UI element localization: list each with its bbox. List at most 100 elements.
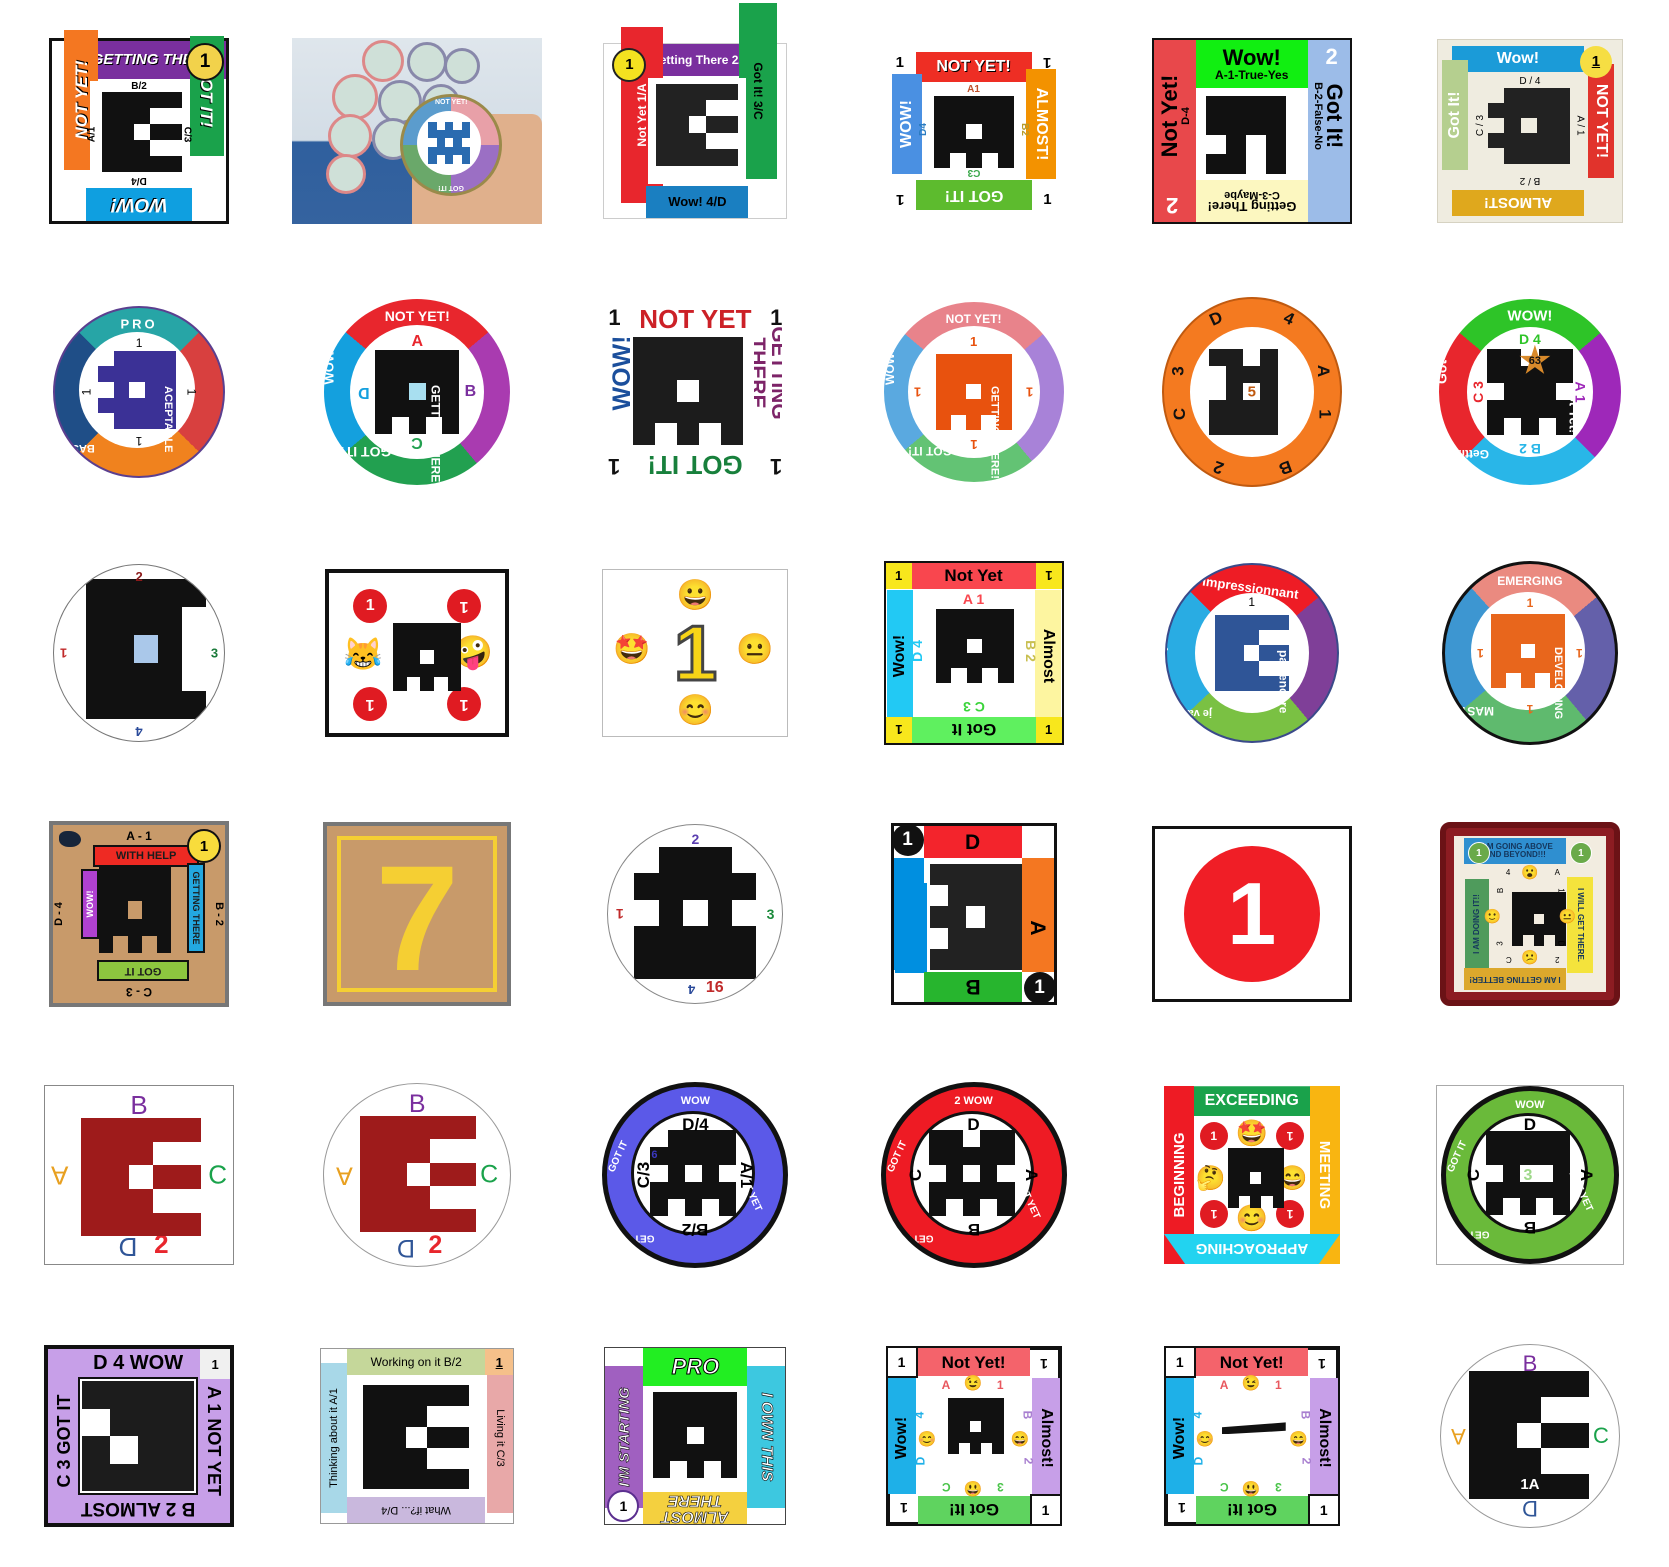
result-cell[interactable]: Getting There 2/B 1 Not Yet 1/A Got It! … (556, 0, 834, 261)
card-r6c1[interactable]: D 4 WOW C 3 GOT IT A 1 NOT YET B 2 ALMOS… (44, 1345, 235, 1528)
result-cell[interactable]: 63 WOW! Not Yet! Getting There! Got It! … (1391, 261, 1669, 522)
card-left-label: Wow! (1165, 1376, 1194, 1501)
card-r1c5[interactable]: Wow! A-1-True-Yes Getting There! C-3-Maybe… (1151, 37, 1352, 224)
plickers-marker (86, 578, 207, 719)
result-cell[interactable]: NOT YET! GOT IT! (278, 0, 556, 261)
card-r1c3[interactable]: Getting There 2/B 1 Not Yet 1/A Got It! … (603, 2, 788, 219)
arc-bottom: GOT IT! (340, 443, 392, 460)
card-r3c4[interactable]: Not Yet Wow! Almost Got It 1 1 1 1 A 1 D… (883, 560, 1064, 745)
card-r2c3[interactable]: NOT YET GETTING THERE GOT IT! WOW! 1 1 1… (600, 302, 791, 481)
card-r6c2[interactable]: Working on it B/2 Thinking about it A/1 … (320, 1348, 515, 1525)
card-r2c5[interactable]: 5 D 4 A 1 B 2 C 3 (1161, 296, 1342, 487)
card-r3c6[interactable]: EMERGING DEVELOPING MASTERING SECURING 1… (1441, 560, 1618, 745)
card-r4c2[interactable]: 7 (323, 822, 512, 1007)
card-r1c6[interactable]: Wow! 1 Got It! NOT YET! ALMOST! D / 4 C … (1436, 38, 1623, 223)
inner-left: D4 (917, 122, 929, 136)
card-r5c5[interactable]: EXCEEDING BEGINNING MEETING APPROACHING … (1163, 1086, 1340, 1265)
card-top-label: Not Yet (911, 562, 1036, 589)
corner-number-tr: 1 (1043, 53, 1052, 71)
card-bottom-label: ALMOST! (1451, 189, 1584, 216)
result-cell[interactable]: NOT YET! GETTING THERE! GOT IT! WOW! A B… (278, 261, 556, 522)
result-cell[interactable]: Not Yet! Wow! Almost! Got It! 1 1 1 1 A … (1113, 1306, 1391, 1567)
result-cell[interactable]: NOT YET! GETTING THERE! GOT IT! WOW! 1 1… (834, 261, 1112, 522)
card-r3c2[interactable]: 1 1 1 1 😹 🤪 (325, 568, 510, 737)
card-r4c1[interactable]: A - 1 D - 4 B - 2 C - 3 1 WITH HELP WOW!… (49, 821, 230, 1008)
card-r1c1[interactable]: GETTING THERE! 1 NOT YET! GOT IT! WOW! B… (49, 29, 230, 224)
result-cell[interactable]: Wow! 1 Got It! NOT YET! ALMOST! D / 4 C … (1391, 0, 1669, 261)
inner-left: C 3 (1469, 380, 1486, 403)
result-cell[interactable]: 5 D 4 A 1 B 2 C 3 (1113, 261, 1391, 522)
card-r5c4[interactable]: 2 WOW 2 NOT YET GETTING THERE GOT IT D A… (880, 1082, 1067, 1269)
result-cell[interactable]: NOT YET! WOW! ALMOST! GOT IT! 1 1 1 1 A1… (834, 0, 1112, 261)
card-r6c5[interactable]: Not Yet! Wow! Almost! Got It! 1 1 1 1 A … (1163, 1346, 1340, 1527)
result-cell[interactable]: PRO ACEPTABLE BASTANTE BIEN CONSEGUIDO 1… (0, 261, 278, 522)
result-cell[interactable]: EMERGING DEVELOPING MASTERING SECURING 1… (1391, 522, 1669, 783)
card-r4c5[interactable]: 1 (1151, 826, 1352, 1003)
inner-top-number: 1 (1275, 1378, 1282, 1393)
card-r5c3[interactable]: WOW NOT YET GETTING THERE GOT IT D/4 A/1… (602, 1082, 789, 1269)
card-r3c3[interactable]: 😀 🤩 😐 😊 1 (602, 568, 789, 737)
result-cell[interactable]: PRO I'M STARTING I OWN THIS ALMOST THERE… (556, 1306, 834, 1567)
card-badge: 1 (607, 1490, 640, 1523)
card-r4c3[interactable]: 2 3 4 1 16 (607, 824, 784, 1005)
result-cell[interactable]: 3 WOW NOT YET GETTING THERE GOT IT D A B… (1391, 1045, 1669, 1306)
card-r3c5[interactable]: 1 Impressionnant pas encore je vais y ar… (1164, 562, 1339, 743)
plickers-marker (656, 83, 739, 166)
inner-left: C/3 (634, 1162, 654, 1189)
result-cell[interactable]: 1 Impressionnant pas encore je vais y ar… (1113, 522, 1391, 783)
card-r6c3[interactable]: PRO I'M STARTING I OWN THIS ALMOST THERE… (604, 1347, 787, 1526)
arc-top: WOW (1515, 1099, 1545, 1112)
result-cell[interactable]: A - 1 D - 4 B - 2 C - 3 1 WITH HELP WOW!… (0, 783, 278, 1044)
card-r6c6[interactable]: B C A D 1A (1439, 1344, 1620, 1529)
result-cell[interactable]: D 4 WOW C 3 GOT IT A 1 NOT YET B 2 ALMOS… (0, 1306, 278, 1567)
result-cell[interactable]: B C A D 2 (278, 1045, 556, 1306)
card-badge: 1 (186, 42, 225, 81)
result-cell[interactable]: I AM GOING ABOVE AND BEYOND!!! I AM DOIN… (1391, 783, 1669, 1044)
emoji-left: 🤔 (1195, 1165, 1226, 1193)
result-cell[interactable]: B C A D 2 (0, 1045, 278, 1306)
result-cell[interactable]: WOW NOT YET GETTING THERE GOT IT D/4 A/1… (556, 1045, 834, 1306)
result-cell[interactable]: 2 3 4 1 16 (556, 783, 834, 1044)
result-cell[interactable]: 1 (1113, 783, 1391, 1044)
result-cell[interactable]: Working on it B/2 Thinking about it A/1 … (278, 1306, 556, 1567)
card-r1c2-photo[interactable]: NOT YET! GOT IT! (292, 37, 543, 224)
result-cell[interactable]: 2 3 4 1 (0, 522, 278, 783)
corner-bl: 1 (1165, 1494, 1196, 1525)
result-cell[interactable]: 😀 🤩 😐 😊 1 (556, 522, 834, 783)
card-right-label: I OWN THIS (747, 1366, 786, 1509)
card-r4c6[interactable]: I AM GOING ABOVE AND BEYOND!!! I AM DOIN… (1439, 822, 1620, 1007)
card-r5c6[interactable]: 3 WOW NOT YET GETTING THERE GOT IT D A B… (1435, 1085, 1624, 1266)
seg-2: 2 (1210, 456, 1226, 478)
big-number: 1 (672, 608, 718, 697)
result-cell[interactable]: EXCEEDING BEGINNING MEETING APPROACHING … (1113, 1045, 1391, 1306)
card-r2c6[interactable]: 63 WOW! Not Yet! Getting There! Got It! … (1438, 298, 1621, 485)
result-cell[interactable]: Not Yet! Wow! Almost! Got It! 1 1 1 1 A … (834, 1306, 1112, 1567)
result-cell[interactable]: D C A B 1 1 (834, 783, 1112, 1044)
outer-right: B - 2 (213, 902, 226, 926)
card-badge: 1 (1579, 45, 1612, 78)
card-r2c4[interactable]: NOT YET! GETTING THERE! GOT IT! WOW! 1 1… (883, 301, 1064, 482)
result-cell[interactable]: Not Yet Wow! Almost Got It 1 1 1 1 A 1 D… (834, 522, 1112, 783)
card-r6c4[interactable]: Not Yet! Wow! Almost! Got It! 1 1 1 1 A … (885, 1346, 1062, 1527)
result-cell[interactable]: 1 1 1 1 😹 🤪 (278, 522, 556, 783)
card-r2c2[interactable]: NOT YET! GETTING THERE! GOT IT! WOW! A B… (324, 298, 511, 485)
result-cell[interactable]: 2 WOW 2 NOT YET GETTING THERE GOT IT D A… (834, 1045, 1112, 1306)
card-r3c1[interactable]: 2 3 4 1 (53, 563, 226, 742)
plickers-marker (82, 1381, 195, 1492)
badge-br: 1 (447, 686, 482, 721)
big-number: 1 (1227, 864, 1277, 964)
result-cell[interactable]: 7 (278, 783, 556, 1044)
card-r5c2[interactable]: B C A D 2 (323, 1083, 512, 1268)
card-r2c1[interactable]: PRO ACEPTABLE BASTANTE BIEN CONSEGUIDO 1… (53, 305, 226, 478)
card-badge: 1 (200, 1349, 231, 1380)
emoji-left: 🤩 (613, 632, 651, 666)
card-r1c4[interactable]: NOT YET! WOW! ALMOST! GOT IT! 1 1 1 1 A1… (885, 45, 1062, 216)
card-r5c1[interactable]: B C A D 2 (44, 1085, 235, 1266)
card-r4c4[interactable]: D C A B 1 1 (890, 823, 1057, 1006)
result-cell[interactable]: NOT YET GETTING THERE GOT IT! WOW! 1 1 1… (556, 261, 834, 522)
result-cell[interactable]: GETTING THERE! 1 NOT YET! GOT IT! WOW! B… (0, 0, 278, 261)
result-cell[interactable]: Wow! A-1-True-Yes Getting There! C-3-Maybe… (1113, 0, 1391, 261)
inner-top-letter: A (941, 1378, 951, 1393)
card-right-label: Almost! (1031, 1376, 1060, 1501)
result-cell[interactable]: B C A D 1A (1391, 1306, 1669, 1567)
